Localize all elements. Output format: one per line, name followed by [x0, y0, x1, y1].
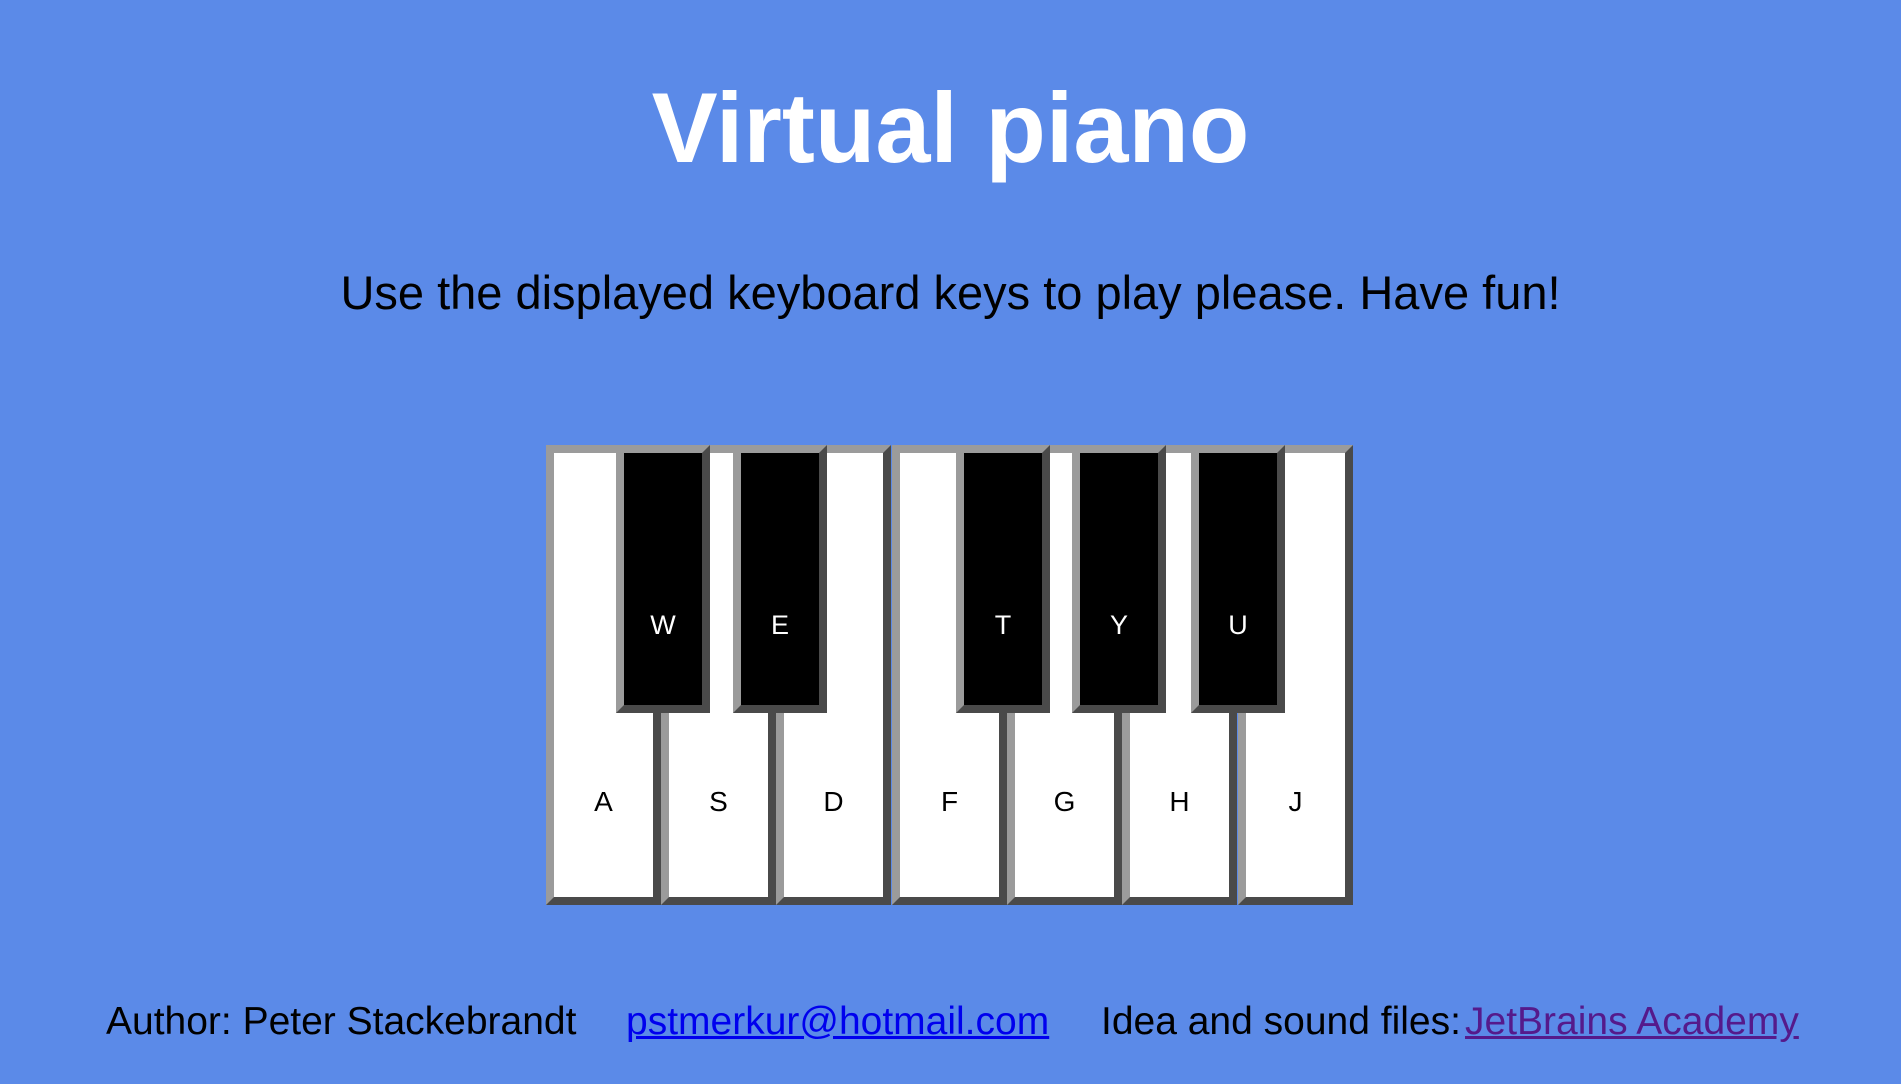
piano-key-y[interactable]: Y: [1072, 445, 1166, 713]
instructions-text: Use the displayed keyboard keys to play …: [340, 266, 1561, 319]
piano-key-t[interactable]: T: [956, 445, 1050, 713]
key-label: S: [709, 786, 728, 817]
email-link[interactable]: pstmerkur@hotmail.com: [626, 998, 1049, 1046]
key-label: J: [1288, 786, 1303, 817]
piano-key-u[interactable]: U: [1191, 445, 1285, 713]
credits-label: Idea and sound files:: [1101, 1000, 1461, 1043]
key-label: Y: [1109, 610, 1128, 640]
key-label: H: [1169, 786, 1190, 817]
piano-key-w[interactable]: W: [616, 445, 710, 713]
key-label: W: [650, 610, 676, 640]
key-label: D: [823, 786, 844, 817]
page-title: Virtual piano: [651, 72, 1250, 183]
jetbrains-academy-link[interactable]: JetBrains Academy: [1465, 998, 1799, 1046]
key-label: G: [1053, 786, 1076, 817]
piano-key-e[interactable]: E: [733, 445, 827, 713]
key-label: A: [594, 786, 613, 817]
author-text: Author: Peter Stackebrandt: [106, 1000, 577, 1043]
key-label: E: [770, 610, 789, 640]
piano-keyboard: A S D F G H J W E T Y U: [546, 445, 1353, 905]
key-label: T: [994, 610, 1012, 640]
key-label: U: [1228, 610, 1248, 640]
key-label: F: [940, 786, 959, 817]
